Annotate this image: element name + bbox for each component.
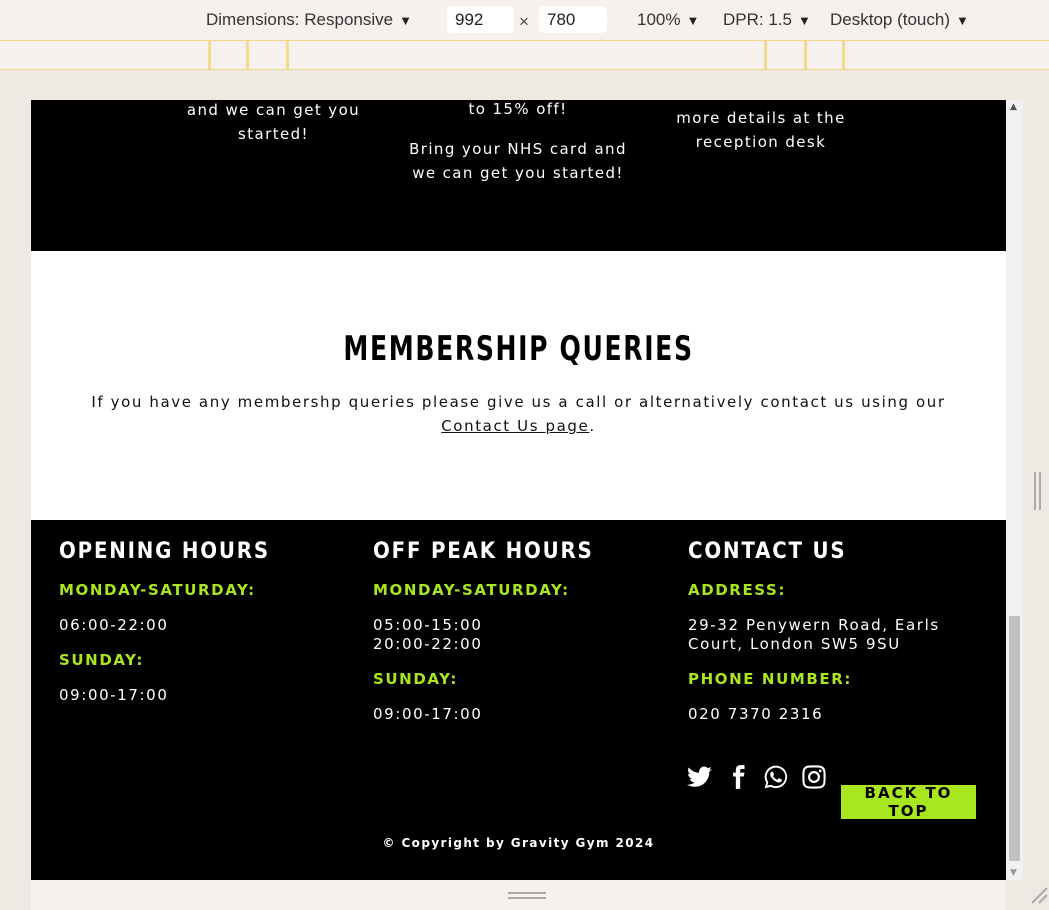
membership-section: MEMBERSHIP QUERIES If you have any membe… bbox=[31, 251, 1006, 520]
address-label: ADDRESS: bbox=[688, 581, 787, 599]
hours-label: MONDAY-SATURDAY: bbox=[373, 581, 570, 599]
promo-text: to 15% off! bbox=[468, 100, 568, 118]
copyright-text: © Copyright by Gravity Gym 2024 bbox=[382, 836, 655, 850]
promo-text: Bring your NHS card and bbox=[409, 140, 627, 158]
media-query-bar[interactable] bbox=[0, 40, 1049, 70]
dimensions-dropdown[interactable]: Dimensions: Responsive ▼ bbox=[206, 10, 412, 30]
off-peak-title: OFF PEAK HOURS bbox=[373, 539, 594, 564]
scrollbar-thumb[interactable] bbox=[1009, 616, 1020, 861]
hours-value: 05:00-15:00 bbox=[373, 616, 483, 634]
page-viewport: and we can get you started! to 15% off! … bbox=[31, 100, 1006, 880]
zoom-label: 100% bbox=[637, 10, 681, 29]
promo-column: to 15% off! Bring your NHS card and we c… bbox=[398, 100, 638, 185]
phone-label: PHONE NUMBER: bbox=[688, 670, 853, 688]
media-query-marker[interactable] bbox=[208, 41, 211, 69]
promo-text: and we can get you bbox=[186, 101, 361, 119]
opening-hours-column: OPENING HOURS MONDAY-SATURDAY: 06:00-22:… bbox=[59, 539, 293, 705]
phone-number: 020 7370 2316 bbox=[688, 705, 824, 723]
hours-value: 09:00-17:00 bbox=[373, 705, 483, 723]
media-query-marker[interactable] bbox=[286, 41, 289, 69]
address-line: 29-32 Penywern Road, Earls bbox=[688, 616, 940, 634]
scroll-down-icon[interactable]: ▼ bbox=[1010, 868, 1017, 878]
times-sign: × bbox=[519, 12, 529, 31]
hours-value: 09:00-17:00 bbox=[59, 686, 169, 704]
whatsapp-icon[interactable] bbox=[763, 764, 789, 794]
devtools-toolbar: Dimensions: Responsive ▼ × 100% ▼ DPR: 1… bbox=[0, 0, 1049, 40]
resize-height-handle[interactable] bbox=[508, 892, 546, 899]
footer: OPENING HOURS MONDAY-SATURDAY: 06:00-22:… bbox=[31, 520, 1006, 880]
hours-value: 06:00-22:00 bbox=[59, 616, 169, 634]
instagram-icon[interactable] bbox=[801, 764, 827, 794]
contact-column: CONTACT US ADDRESS: 29-32 Penywern Road,… bbox=[688, 539, 940, 724]
dimensions-label: Dimensions: Responsive bbox=[206, 10, 394, 29]
contact-title: CONTACT US bbox=[688, 539, 847, 564]
device-mode-dropdown[interactable]: Desktop (touch) ▼ bbox=[830, 10, 969, 30]
promo-column: more details at the reception desk bbox=[656, 106, 866, 154]
media-query-marker[interactable] bbox=[842, 41, 845, 69]
promo-section: and we can get you started! to 15% off! … bbox=[31, 100, 1006, 251]
viewport-bottom-bar bbox=[31, 880, 1006, 910]
dpr-label: DPR: 1.5 bbox=[723, 10, 792, 29]
media-query-marker[interactable] bbox=[764, 41, 767, 69]
width-input[interactable] bbox=[447, 6, 514, 33]
promo-text: more details at the bbox=[676, 109, 846, 127]
off-peak-column: OFF PEAK HOURS MONDAY-SATURDAY: 05:00-15… bbox=[373, 539, 618, 724]
contact-us-link[interactable]: Contact Us page bbox=[441, 417, 589, 435]
promo-column: and we can get you started! bbox=[171, 100, 376, 146]
media-query-marker[interactable] bbox=[246, 41, 249, 69]
chevron-down-icon: ▼ bbox=[956, 12, 969, 28]
hours-label: SUNDAY: bbox=[59, 651, 144, 669]
chevron-down-icon: ▼ bbox=[797, 12, 811, 28]
height-input[interactable] bbox=[539, 6, 607, 33]
promo-text: reception desk bbox=[695, 133, 827, 151]
resize-width-handle[interactable] bbox=[1034, 472, 1041, 510]
hours-value: 20:00-22:00 bbox=[373, 635, 483, 653]
twitter-icon[interactable] bbox=[687, 764, 713, 794]
membership-text-body: If you have any membershp queries please… bbox=[91, 393, 946, 411]
device-mode-label: Desktop (touch) bbox=[830, 10, 950, 29]
zoom-dropdown[interactable]: 100% ▼ bbox=[637, 10, 699, 30]
promo-text: started! bbox=[238, 125, 309, 143]
membership-text: If you have any membershp queries please… bbox=[61, 390, 976, 438]
membership-title: MEMBERSHIP QUERIES bbox=[343, 329, 694, 369]
facebook-icon[interactable] bbox=[725, 764, 751, 794]
address-line: Court, London SW5 9SU bbox=[688, 635, 901, 653]
chevron-down-icon: ▼ bbox=[399, 12, 412, 28]
vertical-scrollbar[interactable]: ▲ ▼ bbox=[1006, 100, 1023, 880]
resize-corner-icon[interactable] bbox=[1028, 884, 1048, 904]
social-links bbox=[687, 764, 827, 794]
hours-label: SUNDAY: bbox=[373, 670, 458, 688]
back-to-top-button[interactable]: BACK TO TOP bbox=[841, 784, 976, 820]
scroll-up-icon[interactable]: ▲ bbox=[1010, 102, 1017, 112]
promo-text: we can get you started! bbox=[412, 164, 624, 182]
membership-text-end: . bbox=[589, 417, 596, 435]
opening-hours-title: OPENING HOURS bbox=[59, 539, 270, 564]
dpr-dropdown[interactable]: DPR: 1.5 ▼ bbox=[723, 10, 811, 30]
hours-label: MONDAY-SATURDAY: bbox=[59, 581, 256, 599]
media-query-marker[interactable] bbox=[804, 41, 807, 69]
chevron-down-icon: ▼ bbox=[686, 12, 700, 28]
